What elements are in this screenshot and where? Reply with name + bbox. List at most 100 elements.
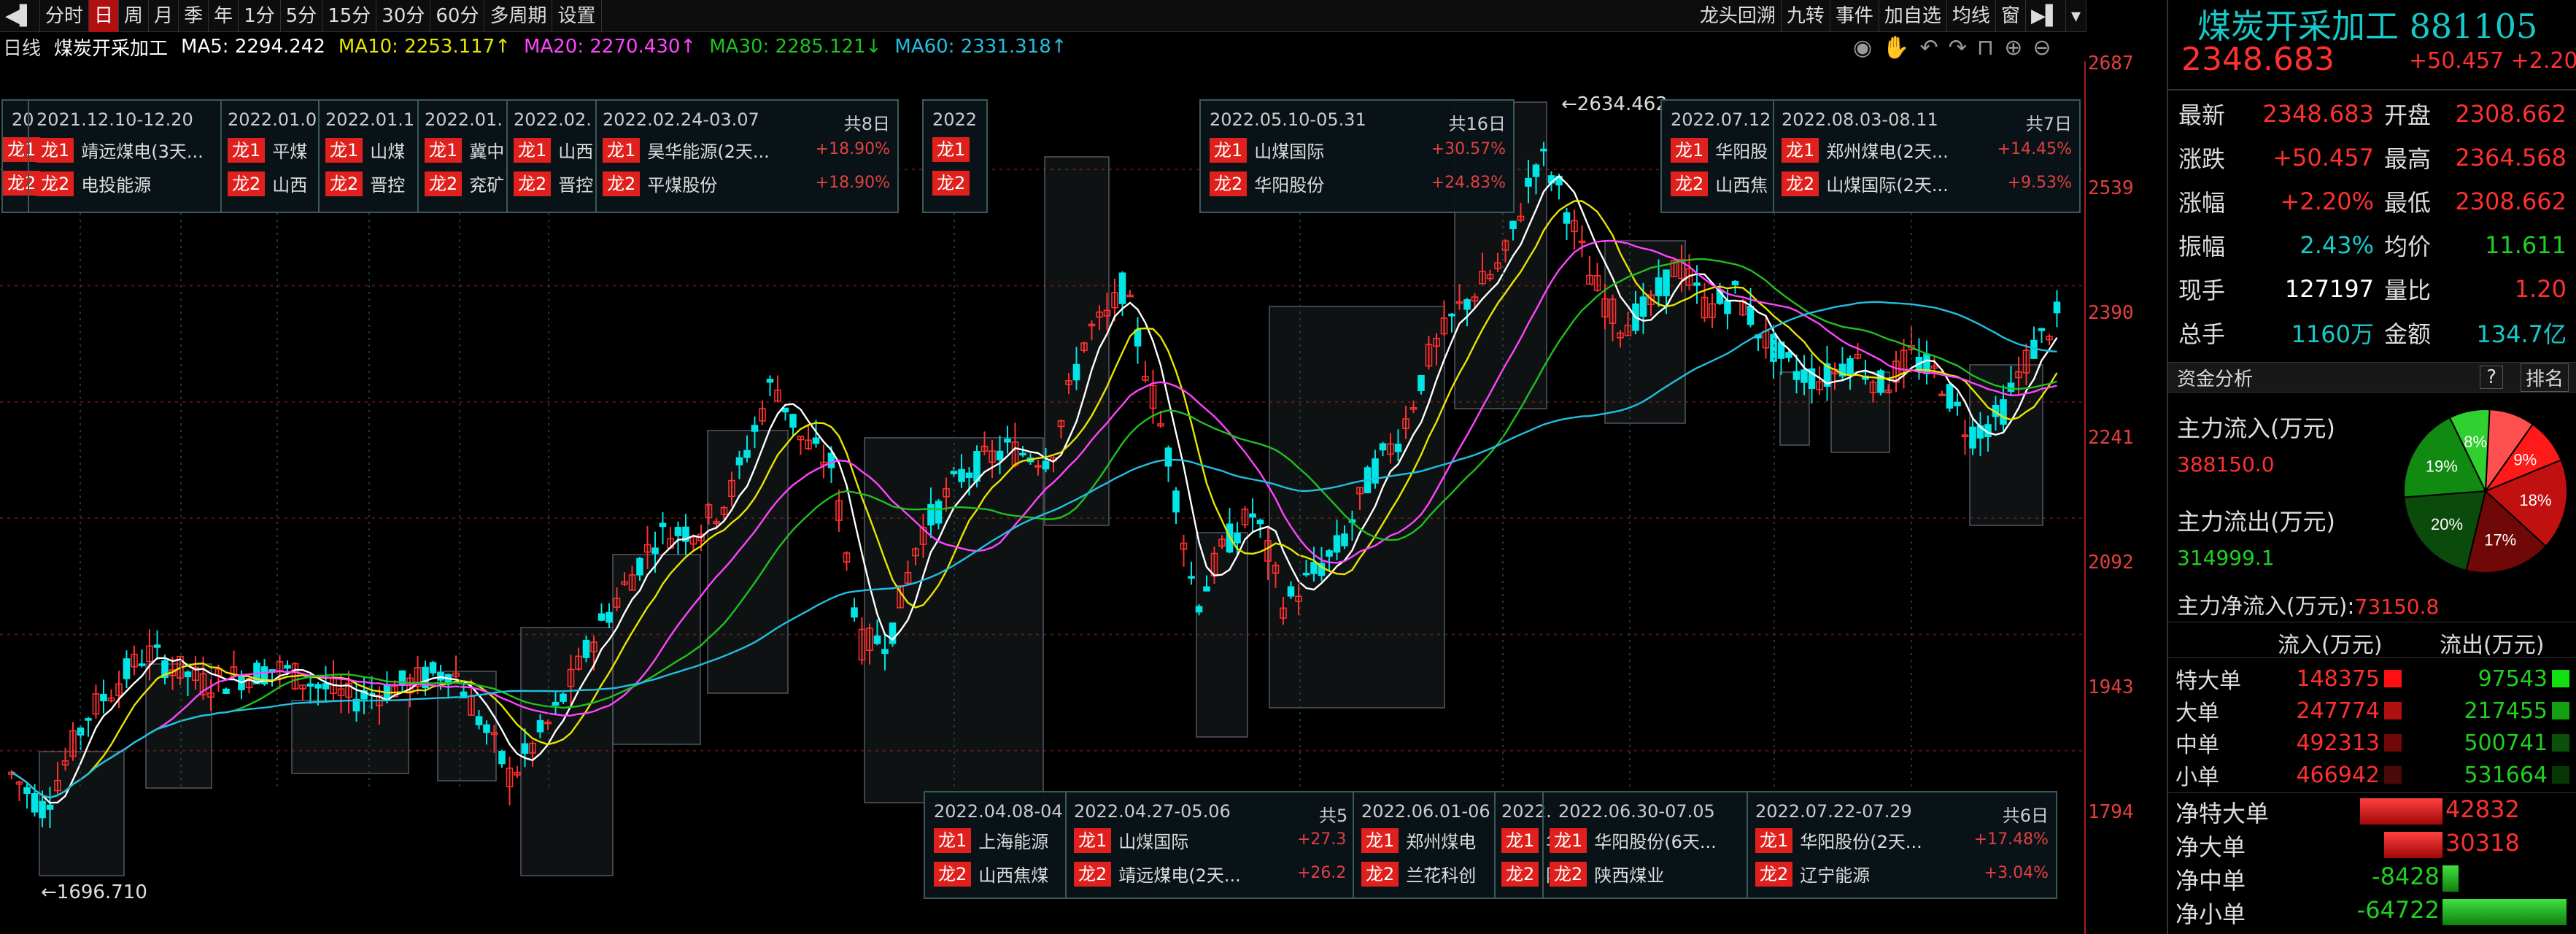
- net-flow-bar: [2360, 798, 2442, 825]
- leader-tag: 龙1: [325, 137, 363, 163]
- candle-body: [1333, 535, 1341, 553]
- candle-body: [927, 503, 935, 526]
- ma20-value: MA20: 2270.430↑: [524, 36, 697, 58]
- candle-body: [1234, 532, 1241, 544]
- quote-row: 涨幅 +2.20% 最低 2308.662: [2178, 180, 2572, 223]
- candle-body: [1525, 177, 1532, 187]
- leader-box[interactable]: 2022.07.12 龙1 华阳股 龙2 山西焦 2022.08.03-08.11 …: [1660, 99, 2081, 213]
- leader-stock: 辽宁能源: [1800, 865, 1871, 886]
- period-tab-60min[interactable]: 60分: [430, 0, 485, 32]
- quote-key: 最低: [2384, 189, 2432, 217]
- zoom-out-icon[interactable]: ⊖: [2032, 35, 2051, 61]
- candle-body: [1540, 148, 1547, 152]
- fund-analysis-header: 资金分析 ? 排名: [2168, 362, 2576, 393]
- candle-body: [46, 804, 54, 810]
- candle-body: [873, 635, 881, 644]
- rank-button[interactable]: 排名: [2520, 363, 2569, 392]
- leader-gain: +17.48%: [1973, 830, 2049, 849]
- candle-body: [636, 557, 643, 576]
- leader-box[interactable]: 2022.04.08-04 龙1 上海能源 龙2 山西焦煤 2022.04.27-0…: [924, 791, 2057, 899]
- axis-tick-label: 1794: [2088, 801, 2134, 823]
- redo-icon[interactable]: ↷: [1949, 35, 1967, 61]
- highlight-zone: [612, 554, 701, 745]
- multi-period-button[interactable]: 多周期: [484, 0, 553, 32]
- candle-body: [950, 471, 958, 474]
- eye-icon[interactable]: ◉: [1853, 35, 1872, 61]
- export-icon[interactable]: ▶▌: [2026, 0, 2066, 32]
- highlight-zone: [145, 663, 212, 789]
- period-tab-15min[interactable]: 15分: [322, 0, 377, 32]
- net-flow-value: 42832: [2445, 795, 2520, 823]
- zoom-in-icon[interactable]: ⊕: [2004, 35, 2022, 61]
- period-tab-yearly[interactable]: 年: [209, 0, 239, 32]
- candle-body: [1731, 280, 1739, 285]
- leader-review-button[interactable]: 龙头回溯: [1695, 0, 1782, 32]
- settings-button[interactable]: 设置: [552, 0, 602, 32]
- leader-stock: 晋控: [370, 175, 406, 196]
- fund-analysis-title: 资金分析: [2177, 368, 2254, 390]
- main-inflow-label: 主力流入(万元): [2177, 414, 2335, 442]
- events-button[interactable]: 事件: [1830, 0, 1879, 32]
- leader-stock: 靖远煤电(2天...: [1118, 865, 1241, 886]
- candle-body: [2053, 301, 2061, 314]
- period-tab-weekly[interactable]: 周: [119, 0, 150, 32]
- help-button[interactable]: ?: [2480, 366, 2503, 389]
- window-button[interactable]: 窗: [1996, 0, 2026, 32]
- candle-body: [429, 662, 437, 674]
- period-tab-1min[interactable]: 1分: [239, 0, 281, 32]
- ma5-value: MA5: 2294.242: [181, 36, 325, 58]
- outflow-header: 流出(万元): [2440, 633, 2545, 658]
- nine-turn-button[interactable]: 九转: [1782, 0, 1830, 32]
- dropdown-icon[interactable]: ▾: [2066, 0, 2086, 32]
- leader-box[interactable]: 2022 龙1 龙2: [922, 99, 988, 213]
- undo-icon[interactable]: ↶: [1920, 35, 1938, 61]
- box-count: 共6日: [2002, 806, 2049, 826]
- candle-body: [1801, 369, 1808, 383]
- leader-tag: 龙1: [514, 137, 552, 163]
- back-button[interactable]: ◀▌: [0, 0, 40, 32]
- candle-body: [674, 527, 682, 536]
- quote-key: 振幅: [2178, 233, 2226, 260]
- quote-key: 涨跌: [2178, 145, 2226, 173]
- period-tab-30min[interactable]: 30分: [376, 0, 431, 32]
- leader-tag: 龙1: [1671, 137, 1709, 163]
- period-tab-daily[interactable]: 日: [89, 0, 120, 32]
- leader-tag: 龙2: [325, 171, 363, 196]
- period-tab-quarterly[interactable]: 季: [179, 0, 209, 32]
- candle-body: [1341, 533, 1348, 547]
- leader-stock: 山西: [558, 142, 594, 162]
- leader-gain: +18.90%: [815, 140, 890, 158]
- candle-body: [597, 613, 606, 621]
- quote-value: +2.20%: [2280, 188, 2374, 215]
- candle-body: [138, 663, 146, 666]
- ma-lines-button[interactable]: 均线: [1947, 0, 1996, 32]
- period-tab-monthly[interactable]: 月: [149, 0, 179, 32]
- pie-slice-label: 17%: [2484, 530, 2516, 549]
- hand-icon[interactable]: ✋: [1882, 35, 1909, 61]
- leader-tag: 龙2: [1361, 861, 1399, 887]
- quote-row: 最新 2348.683 开盘 2308.662: [2178, 92, 2572, 136]
- leader-stock: 山西: [272, 175, 308, 196]
- add-watchlist-button[interactable]: 加自选: [1879, 0, 1947, 32]
- candle-body: [1969, 426, 1976, 449]
- lock-icon[interactable]: ⊓: [1977, 35, 1994, 61]
- candle-body: [1019, 452, 1026, 456]
- period-tab-5min[interactable]: 5分: [281, 0, 323, 32]
- candle-body: [1164, 447, 1172, 467]
- leader-stock: 电投能源: [81, 175, 152, 196]
- leader-tag: 龙2: [228, 171, 266, 196]
- leader-box[interactable]: 2022.05.10-05.31 共16日 龙1 山煤国际 +30.57% 龙2 华…: [1199, 99, 1515, 213]
- quote-panel: 煤炭开采加工 881105 2348.683 +50.457 +2.20% 最新…: [2167, 0, 2576, 934]
- leader-tag: 龙2: [36, 171, 74, 196]
- period-tab-intraday[interactable]: 分时: [40, 0, 90, 32]
- candle-body: [1846, 358, 1854, 374]
- candle-body: [958, 468, 965, 482]
- leader-stock: 冀中: [469, 142, 505, 162]
- leader-box[interactable]: 20 龙1 龙2 2021.12.10-12.20 龙1 靖远煤电(3天... 龙…: [1, 99, 899, 213]
- axis-tick-label: 2092: [2088, 552, 2134, 574]
- candle-body: [223, 688, 230, 695]
- leader-stock: 昊华能源(2天...: [647, 142, 770, 162]
- candle-body: [1249, 513, 1256, 518]
- flow-out: 500741: [2464, 730, 2548, 756]
- candle-body: [1203, 586, 1210, 592]
